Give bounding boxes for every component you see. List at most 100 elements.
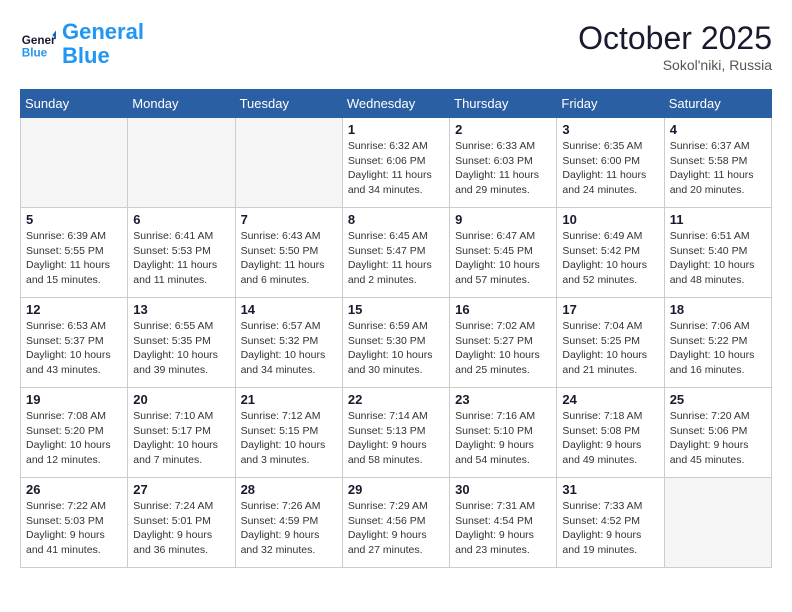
day-info: Sunrise: 7:14 AMSunset: 5:13 PMDaylight:… [348, 409, 444, 468]
day-number: 12 [26, 302, 122, 317]
calendar-cell [128, 118, 235, 208]
day-number: 14 [241, 302, 337, 317]
month-title: October 2025 [578, 20, 772, 57]
week-row: 5Sunrise: 6:39 AMSunset: 5:55 PMDaylight… [21, 208, 772, 298]
week-row: 19 Sunrise: 7:08 AMSunset: 5:20 PMDayligh… [21, 388, 772, 478]
calendar-cell: 31Sunrise: 7:33 AMSunset: 4:52 PMDayligh… [557, 478, 664, 568]
calendar-cell: 30Sunrise: 7:31 AMSunset: 4:54 PMDayligh… [450, 478, 557, 568]
calendar-cell: 29Sunrise: 7:29 AMSunset: 4:56 PMDayligh… [342, 478, 449, 568]
logo-text: General Blue [62, 20, 144, 68]
day-number: 4 [670, 122, 766, 137]
title-block: October 2025 Sokol'niki, Russia [578, 20, 772, 73]
calendar-cell: 4 Sunrise: 6:37 AMSunset: 5:58 PMDaylight… [664, 118, 771, 208]
week-row: 12 Sunrise: 6:53 AMSunset: 5:37 PMDayligh… [21, 298, 772, 388]
day-info: Sunrise: 7:20 AMSunset: 5:06 PMDaylight:… [670, 409, 766, 468]
day-info: Sunrise: 7:16 AMSunset: 5:10 PMDaylight:… [455, 409, 551, 468]
day-number: 2 [455, 122, 551, 137]
week-row: 1Sunrise: 6:32 AMSunset: 6:06 PMDaylight… [21, 118, 772, 208]
day-info: Sunrise: 6:49 AMSunset: 5:42 PMDaylight:… [562, 229, 658, 288]
svg-text:General: General [22, 34, 56, 47]
logo-line1: General [62, 19, 144, 44]
day-number: 26 [26, 482, 122, 497]
calendar-cell: 1Sunrise: 6:32 AMSunset: 6:06 PMDaylight… [342, 118, 449, 208]
day-info: Sunrise: 7:22 AMSunset: 5:03 PMDaylight:… [26, 499, 122, 558]
weekday-header: Sunday [21, 90, 128, 118]
calendar-cell: 10 Sunrise: 6:49 AMSunset: 5:42 PMDayligh… [557, 208, 664, 298]
day-number: 10 [562, 212, 658, 227]
calendar-cell: 24Sunrise: 7:18 AMSunset: 5:08 PMDayligh… [557, 388, 664, 478]
day-number: 16 [455, 302, 551, 317]
day-info: Sunrise: 6:35 AMSunset: 6:00 PMDaylight:… [562, 139, 658, 198]
location: Sokol'niki, Russia [578, 57, 772, 73]
day-number: 11 [670, 212, 766, 227]
calendar-cell: 19 Sunrise: 7:08 AMSunset: 5:20 PMDayligh… [21, 388, 128, 478]
calendar-cell: 25 Sunrise: 7:20 AMSunset: 5:06 PMDayligh… [664, 388, 771, 478]
logo-line2: Blue [62, 43, 110, 68]
weekday-header: Wednesday [342, 90, 449, 118]
calendar-cell: 17 Sunrise: 7:04 AMSunset: 5:25 PMDayligh… [557, 298, 664, 388]
day-info: Sunrise: 7:26 AMSunset: 4:59 PMDaylight:… [241, 499, 337, 558]
day-number: 23 [455, 392, 551, 407]
day-info: Sunrise: 6:39 AMSunset: 5:55 PMDaylight:… [26, 229, 122, 288]
weekday-header: Friday [557, 90, 664, 118]
day-number: 17 [562, 302, 658, 317]
day-number: 24 [562, 392, 658, 407]
day-number: 15 [348, 302, 444, 317]
logo: General Blue General Blue [20, 20, 144, 68]
weekday-header: Monday [128, 90, 235, 118]
day-number: 19 [26, 392, 122, 407]
calendar-cell: 5Sunrise: 6:39 AMSunset: 5:55 PMDaylight… [21, 208, 128, 298]
day-number: 18 [670, 302, 766, 317]
day-number: 29 [348, 482, 444, 497]
day-number: 1 [348, 122, 444, 137]
day-number: 25 [670, 392, 766, 407]
calendar-cell: 6 Sunrise: 6:41 AMSunset: 5:53 PMDaylight… [128, 208, 235, 298]
day-info: Sunrise: 6:55 AMSunset: 5:35 PMDaylight:… [133, 319, 229, 378]
calendar-cell: 16 Sunrise: 7:02 AMSunset: 5:27 PMDayligh… [450, 298, 557, 388]
day-info: Sunrise: 6:59 AMSunset: 5:30 PMDaylight:… [348, 319, 444, 378]
day-number: 28 [241, 482, 337, 497]
day-info: Sunrise: 6:47 AMSunset: 5:45 PMDaylight:… [455, 229, 551, 288]
calendar-cell: 3 Sunrise: 6:35 AMSunset: 6:00 PMDaylight… [557, 118, 664, 208]
svg-text:Blue: Blue [22, 47, 48, 60]
weekday-header-row: SundayMondayTuesdayWednesdayThursdayFrid… [21, 90, 772, 118]
day-number: 3 [562, 122, 658, 137]
day-info: Sunrise: 6:51 AMSunset: 5:40 PMDaylight:… [670, 229, 766, 288]
weekday-header: Tuesday [235, 90, 342, 118]
day-number: 13 [133, 302, 229, 317]
calendar-cell: 9 Sunrise: 6:47 AMSunset: 5:45 PMDaylight… [450, 208, 557, 298]
day-info: Sunrise: 6:37 AMSunset: 5:58 PMDaylight:… [670, 139, 766, 198]
day-info: Sunrise: 6:41 AMSunset: 5:53 PMDaylight:… [133, 229, 229, 288]
day-info: Sunrise: 7:08 AMSunset: 5:20 PMDaylight:… [26, 409, 122, 468]
calendar-cell: 7Sunrise: 6:43 AMSunset: 5:50 PMDaylight… [235, 208, 342, 298]
day-info: Sunrise: 7:02 AMSunset: 5:27 PMDaylight:… [455, 319, 551, 378]
day-number: 27 [133, 482, 229, 497]
calendar-cell: 27 Sunrise: 7:24 AMSunset: 5:01 PMDayligh… [128, 478, 235, 568]
page-header: General Blue General Blue October 2025 S… [20, 20, 772, 73]
day-info: Sunrise: 7:24 AMSunset: 5:01 PMDaylight:… [133, 499, 229, 558]
day-info: Sunrise: 6:33 AMSunset: 6:03 PMDaylight:… [455, 139, 551, 198]
calendar-cell: 8Sunrise: 6:45 AMSunset: 5:47 PMDaylight… [342, 208, 449, 298]
calendar-cell: 15 Sunrise: 6:59 AMSunset: 5:30 PMDayligh… [342, 298, 449, 388]
day-info: Sunrise: 6:53 AMSunset: 5:37 PMDaylight:… [26, 319, 122, 378]
logo-icon: General Blue [20, 26, 56, 62]
calendar: SundayMondayTuesdayWednesdayThursdayFrid… [20, 89, 772, 568]
calendar-cell: 22 Sunrise: 7:14 AMSunset: 5:13 PMDayligh… [342, 388, 449, 478]
calendar-cell: 28 Sunrise: 7:26 AMSunset: 4:59 PMDayligh… [235, 478, 342, 568]
day-info: Sunrise: 6:57 AMSunset: 5:32 PMDaylight:… [241, 319, 337, 378]
day-info: Sunrise: 7:06 AMSunset: 5:22 PMDaylight:… [670, 319, 766, 378]
day-number: 20 [133, 392, 229, 407]
day-number: 9 [455, 212, 551, 227]
calendar-cell [664, 478, 771, 568]
calendar-cell [235, 118, 342, 208]
day-number: 6 [133, 212, 229, 227]
day-info: Sunrise: 7:31 AMSunset: 4:54 PMDaylight:… [455, 499, 551, 558]
calendar-cell: 12 Sunrise: 6:53 AMSunset: 5:37 PMDayligh… [21, 298, 128, 388]
calendar-cell: 13 Sunrise: 6:55 AMSunset: 5:35 PMDayligh… [128, 298, 235, 388]
calendar-cell: 21Sunrise: 7:12 AMSunset: 5:15 PMDayligh… [235, 388, 342, 478]
day-number: 22 [348, 392, 444, 407]
day-info: Sunrise: 7:04 AMSunset: 5:25 PMDaylight:… [562, 319, 658, 378]
calendar-cell: 20Sunrise: 7:10 AMSunset: 5:17 PMDayligh… [128, 388, 235, 478]
calendar-cell: 23 Sunrise: 7:16 AMSunset: 5:10 PMDayligh… [450, 388, 557, 478]
day-info: Sunrise: 7:12 AMSunset: 5:15 PMDaylight:… [241, 409, 337, 468]
